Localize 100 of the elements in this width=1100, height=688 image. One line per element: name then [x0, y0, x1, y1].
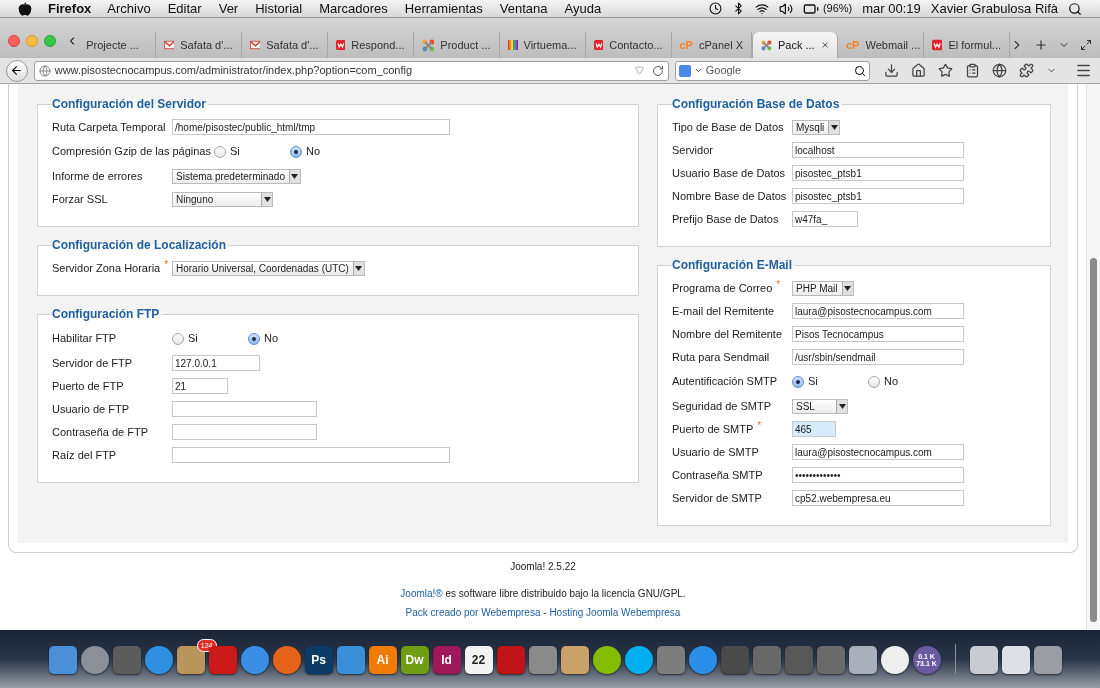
text-field[interactable]: [172, 401, 317, 417]
dock-app-icon[interactable]: [592, 646, 621, 674]
text-field[interactable]: laura@pisostecnocampus.com: [792, 444, 964, 460]
field-label: Raíz del FTP: [52, 447, 117, 463]
radio-button[interactable]: [248, 332, 260, 345]
fullscreen-icon[interactable]: [1080, 39, 1092, 51]
download-icon[interactable]: [884, 63, 899, 78]
search-icon[interactable]: [1068, 1, 1082, 16]
menu-clock[interactable]: mar 00:19: [862, 0, 921, 19]
puzzle-icon[interactable]: [1019, 63, 1034, 78]
text-field[interactable]: 465: [792, 421, 836, 437]
field-label: Puerto de SMTP: [672, 421, 754, 437]
dock-app-icon[interactable]: [969, 646, 998, 674]
dropdown[interactable]: Horario Universal, Coordenadas (UTC): [172, 260, 365, 276]
radio-button[interactable]: [290, 145, 302, 158]
clipboard-icon[interactable]: [965, 63, 980, 78]
text-field[interactable]: w47fa_: [792, 211, 858, 227]
menu-item[interactable]: Marcadores: [319, 0, 388, 19]
radio-button[interactable]: [172, 332, 184, 345]
required-marker: *: [757, 420, 762, 431]
field-label: Seguridad de SMTP: [672, 398, 772, 414]
volume-icon[interactable]: [778, 1, 793, 16]
search-field[interactable]: Google: [705, 62, 851, 79]
footer-link[interactable]: Pack creado por Webempresa: [405, 605, 541, 620]
field-label: Programa de Correo: [672, 280, 773, 296]
battery-percent: (96%): [822, 1, 853, 17]
search-bar[interactable]: Google: [674, 60, 870, 81]
form-icon: [932, 39, 943, 51]
text-field[interactable]: /usr/sbin/sendmail: [792, 349, 964, 365]
wifi-icon[interactable]: [754, 1, 769, 16]
app-menu[interactable]: Firefox: [48, 0, 92, 19]
text-field[interactable]: cp52.webempresa.eu: [792, 490, 964, 506]
menu-item[interactable]: Ver: [218, 0, 239, 19]
cpanel-logo: cP: [679, 37, 693, 53]
search-icon[interactable]: [854, 64, 866, 77]
scrollbar[interactable]: [1086, 84, 1100, 630]
back-arrow-icon: [10, 64, 24, 77]
text-field[interactable]: 127.0.0.1: [172, 355, 260, 371]
radio-button[interactable]: [214, 145, 226, 158]
field-label: Usuario Base de Datos: [672, 165, 786, 181]
field-label: Ruta para Sendmail: [672, 349, 770, 365]
dock-app-icon[interactable]: 22: [464, 646, 493, 674]
dropdown[interactable]: SSL: [792, 398, 848, 414]
text-field[interactable]: [172, 447, 450, 463]
menu-item[interactable]: Ayuda: [564, 0, 602, 19]
menu-item[interactable]: Herramientas: [404, 0, 483, 19]
dock-app-icon[interactable]: [880, 646, 909, 674]
dock-app-icon[interactable]: [560, 646, 589, 674]
search-engine-icon[interactable]: [678, 64, 691, 77]
footer-text: es software libre distribuido bajo la licencia GNU/GPL.: [444, 587, 686, 601]
dropdown[interactable]: Ninguno: [172, 191, 273, 207]
text-field[interactable]: localhost: [792, 142, 964, 158]
dropdown[interactable]: Mysqli: [792, 119, 841, 135]
dock-app-icon[interactable]: [848, 646, 877, 674]
caret-icon[interactable]: [693, 66, 703, 75]
dock-app-icon[interactable]: [1033, 646, 1062, 674]
star-icon[interactable]: [938, 63, 953, 78]
text-field[interactable]: •••••••••••••: [792, 467, 964, 483]
text-field[interactable]: laura@pisostecnocampus.com: [792, 303, 964, 319]
close-window-button[interactable]: [8, 35, 20, 47]
footer-link[interactable]: Hosting Joomla Webempresa: [549, 605, 681, 620]
menu-item[interactable]: Historial: [255, 0, 303, 19]
dock-app-icon[interactable]: Ps: [304, 646, 333, 674]
dock-app-icon[interactable]: [1001, 646, 1030, 674]
radio-button[interactable]: [792, 375, 804, 388]
dropdown[interactable]: Sistema predeterminado: [172, 168, 301, 184]
apple-icon[interactable]: [18, 1, 32, 16]
required-marker: *: [164, 259, 169, 270]
footer-link[interactable]: Joomla!®: [400, 586, 443, 601]
section-title: Configuración FTP: [52, 306, 161, 323]
text-field[interactable]: pisostec_ptsb1: [792, 165, 964, 181]
text-field[interactable]: [172, 424, 317, 440]
required-marker: *: [776, 279, 781, 290]
back-button[interactable]: [6, 59, 28, 82]
clock-icon[interactable]: [708, 2, 722, 15]
dropdown[interactable]: PHP Mail: [792, 280, 854, 296]
radio-button[interactable]: [868, 375, 880, 388]
field-label: Servidor: [672, 142, 713, 158]
close-tab-icon[interactable]: [820, 40, 829, 50]
dock-app-icon[interactable]: [176, 646, 205, 674]
reload-icon[interactable]: [651, 64, 664, 77]
browser-tab[interactable]: Pack ...: [752, 32, 838, 58]
text-field[interactable]: /home/pisostec/public_html/tmp: [172, 119, 450, 135]
dock-app-icon[interactable]: [624, 646, 653, 674]
home-icon[interactable]: [911, 63, 926, 78]
user-name[interactable]: Xavier Grabulosa Rifà: [930, 0, 1058, 19]
field-label: Servidor de FTP: [52, 355, 133, 371]
menu-item[interactable]: Editar: [167, 0, 202, 19]
text-field[interactable]: pisostec_ptsb1: [792, 188, 964, 204]
caret-icon: [836, 399, 847, 413]
address-bar[interactable]: www.pisostecnocampus.com/administrator/index.php?option=com_config: [33, 60, 669, 81]
text-field[interactable]: Pisos Tecnocampus: [792, 326, 964, 342]
menu-item[interactable]: Ventana: [499, 0, 548, 19]
text-field[interactable]: 21: [172, 378, 228, 394]
new-tab-icon[interactable]: [1034, 38, 1048, 52]
menu-icon[interactable]: [1075, 62, 1092, 79]
menu-item[interactable]: Archivo: [107, 0, 151, 19]
field-label: Usuario de FTP: [52, 401, 130, 417]
globe-icon[interactable]: [992, 63, 1007, 78]
dock-app-icon[interactable]: Id: [432, 646, 461, 674]
